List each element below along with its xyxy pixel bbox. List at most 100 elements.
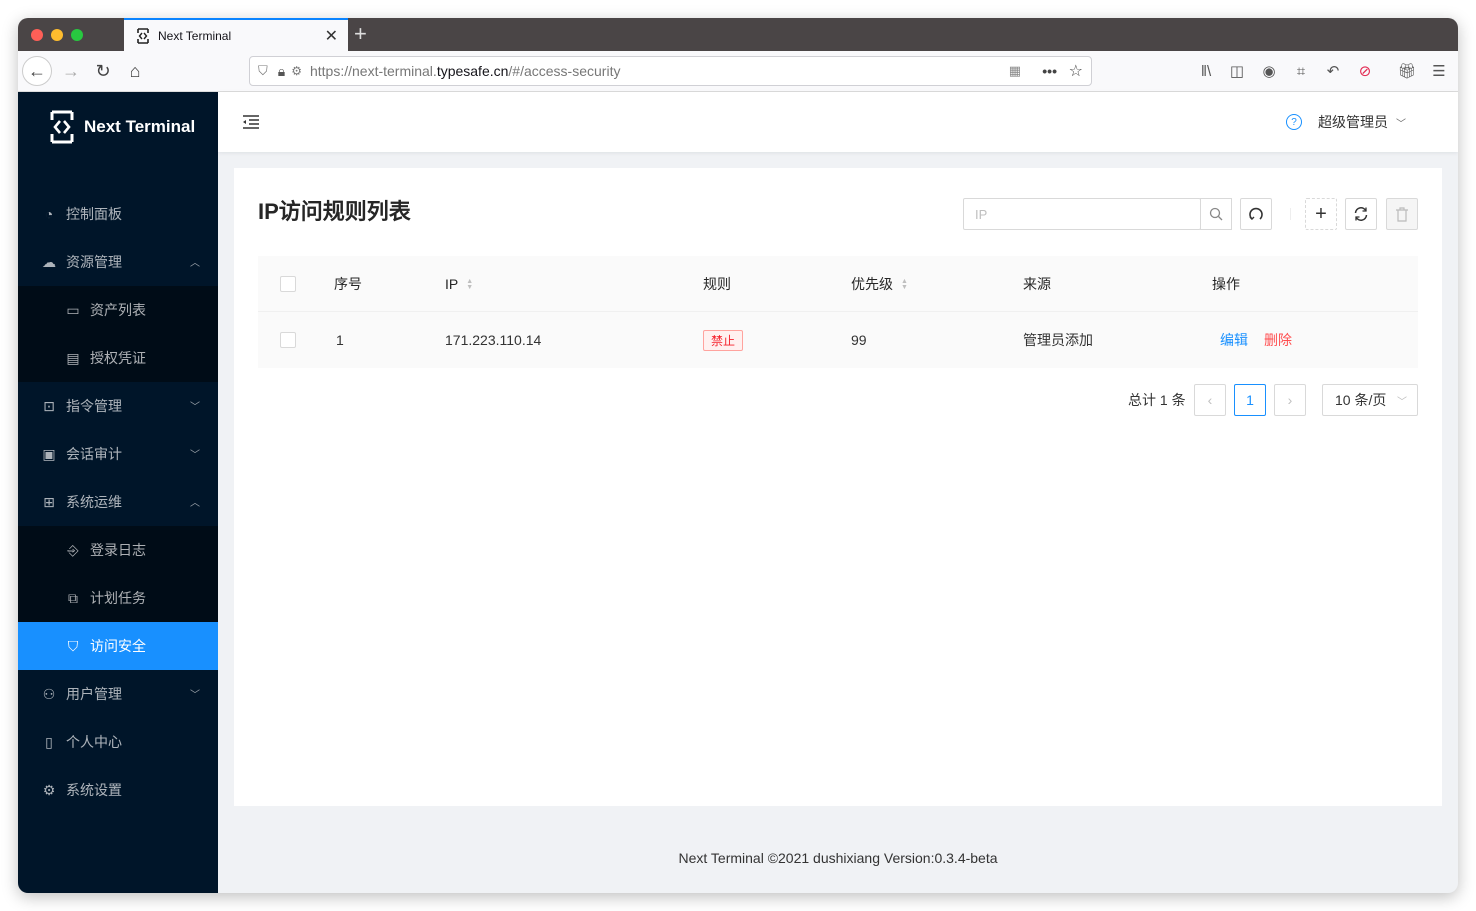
next-page-button[interactable]: › [1274,384,1306,416]
code-icon: ⊡ [43,397,55,414]
sidebar-item-profile[interactable]: ▯ 个人中心 [18,718,218,766]
plus-icon: + [1315,202,1327,225]
row-source: 管理员添加 [1023,332,1093,348]
forward-button[interactable]: → [56,56,86,86]
control-icon: ⊞ [43,493,55,510]
table-row: 1 171.223.110.14 禁止 99 管理员添加 编辑 删除 [258,312,1418,368]
row-actions: 编辑 删除 [1220,330,1292,350]
sidebar-item-access-security[interactable]: ⛉ 访问安全 [18,622,218,670]
delete-icon [1396,206,1408,222]
refresh-button[interactable] [1345,198,1377,230]
tab-title: Next Terminal [158,28,232,43]
more-actions-icon[interactable]: ••• [1042,63,1057,79]
rules-table: 序号 IP ▲ ▼ 规则 优先级 ▲ ▼ 来源 操作 1 171.223.110.14 … [258,256,1418,368]
url-text: https://next-terminal.typesafe.cn/#/acce… [309,63,621,79]
close-window-button[interactable] [31,29,43,41]
add-rule-button[interactable]: + [1305,198,1337,230]
column-source: 来源 [1023,275,1051,292]
blocked-extension-icon[interactable]: ⊘ [1354,59,1376,83]
chevron-down-icon: ﹀ [190,690,200,701]
top-header: ? 超级管理员 ﹀ [218,92,1458,152]
page-title: IP访问规则列表 [258,199,411,224]
column-rule: 规则 [703,275,731,292]
edit-link[interactable]: 编辑 [1220,332,1248,348]
toolbar-divider [1290,208,1291,220]
undo-icon[interactable]: ↶ [1322,59,1344,83]
select-all-checkbox[interactable] [280,275,296,292]
logo-icon [50,110,74,144]
bookmark-star-icon[interactable]: ☆ [1069,61,1083,81]
row-checkbox[interactable] [280,332,296,348]
footer: Next Terminal ©2021 dushixiang Version:0… [678,850,998,866]
sort-icon[interactable]: ▲ ▼ [901,278,908,291]
pagination-total: 总计 1 条 [1128,392,1186,408]
app-name: Next Terminal [84,117,196,136]
chevron-up-icon: ︿ [190,258,200,269]
reload-button[interactable]: ↻ [88,56,118,86]
sidebar-item-jobs[interactable]: ⧉ 计划任务 [18,574,218,622]
account-icon[interactable]: ◉ [1258,59,1280,83]
sidebar-item-commands[interactable]: ⊡ 指令管理 ﹀ [18,382,218,430]
user-dropdown[interactable]: 超级管理员 ﹀ [1318,112,1406,132]
search-icon [1209,207,1223,221]
url-bar[interactable]: ⛉ 🔒︎ ⚙︎ https://next-terminal.typesafe.c… [249,56,1092,86]
dashboard-icon: ◔ [44,206,54,222]
audit-icon: ▣ [42,445,56,462]
tracking-shield-icon[interactable]: ⛉ [258,63,268,79]
sidebar-item-settings[interactable]: ⚙ 系统设置 [18,766,218,814]
minimize-window-button[interactable] [51,29,63,41]
delete-link[interactable]: 删除 [1264,332,1292,348]
permissions-icon[interactable]: ⚙︎ [291,64,302,78]
browser-tab[interactable]: Next Terminal ✕ [124,18,348,51]
lock-icon[interactable]: 🔒︎ [278,63,285,80]
sidebar-item-users[interactable]: ⚇ 用户管理 ﹀ [18,670,218,718]
sidebar: Next Terminal ◔ 控制面板 ☁ 资源管理 ︿ ▭ 资产列表 ▤ 授权凭证 ⊡… [18,92,218,893]
help-icon[interactable]: ? [1286,114,1302,130]
sidebar-item-credentials[interactable]: ▤ 授权凭证 [18,334,218,382]
chevron-up-icon: ︿ [190,498,200,509]
chevron-down-icon: ﹀ [1397,396,1407,408]
column-priority[interactable]: 优先级 ▲ ▼ [851,274,908,294]
back-button[interactable]: ← [22,56,52,86]
reset-button[interactable] [1240,198,1272,230]
column-ip[interactable]: IP ▲ ▼ [445,276,473,292]
chevron-down-icon: ﹀ [1396,118,1406,130]
maximize-window-button[interactable] [71,29,83,41]
gift-icon[interactable]: 🎁︎ [1396,59,1418,83]
prev-page-button[interactable]: ‹ [1194,384,1226,416]
main-card: IP访问规则列表 IP + 序号 IP ▲ ▼ 规则 优先级 ▲ ▼ 来源 操作 1 1… [234,168,1442,806]
sidebar-item-dashboard[interactable]: ◔ 控制面板 [18,190,218,238]
qr-code-icon[interactable]: ▦ [1009,63,1021,79]
sort-icon[interactable]: ▲ ▼ [466,278,473,291]
ip-search-input[interactable]: IP [963,198,1201,230]
tab-favicon-icon [137,27,149,44]
idcard-icon: ▤ [66,349,80,366]
title-bar: Next Terminal ✕ + [18,18,1458,51]
new-tab-button[interactable]: + [354,21,367,47]
chevron-down-icon: ﹀ [190,450,200,461]
library-icon[interactable]: ‖\ [1195,59,1217,83]
page-1-button[interactable]: 1 [1234,384,1266,416]
search-button[interactable] [1200,198,1232,230]
home-button[interactable]: ⌂ [120,56,150,86]
batch-delete-button[interactable] [1386,198,1418,230]
sidebar-item-login-log[interactable]: ⎆ 登录日志 [18,526,218,574]
hamburger-menu-icon[interactable]: ☰ [1428,59,1450,83]
table-header: 序号 IP ▲ ▼ 规则 优先级 ▲ ▼ 来源 操作 [258,256,1418,312]
close-tab-icon[interactable]: ✕ [325,26,338,46]
menu-fold-icon[interactable] [242,114,260,130]
screenshot-icon[interactable]: ⌗ [1290,59,1312,83]
page-size-select[interactable]: 10 条/页 ﹀ [1322,384,1418,416]
cloud-icon: ☁ [42,253,56,270]
undo-icon [1249,207,1263,220]
profile-icon: ▯ [45,733,53,750]
sidebar-item-ops[interactable]: ⊞ 系统运维 ︿ [18,478,218,526]
browser-window: Next Terminal ✕ + ← → ↻ ⌂ ⛉ 🔒︎ ⚙︎ https:… [18,18,1458,893]
sidebar-item-assets[interactable]: ▭ 资产列表 [18,286,218,334]
chevron-down-icon: ﹀ [190,402,200,413]
sidebar-item-resources[interactable]: ☁ 资源管理 ︿ [18,238,218,286]
sidebar-item-session-audit[interactable]: ▣ 会话审计 ﹀ [18,430,218,478]
sidebar-toggle-icon[interactable]: ◫ [1226,59,1248,83]
app-logo: Next Terminal [50,110,195,144]
row-index: 1 [336,332,344,348]
